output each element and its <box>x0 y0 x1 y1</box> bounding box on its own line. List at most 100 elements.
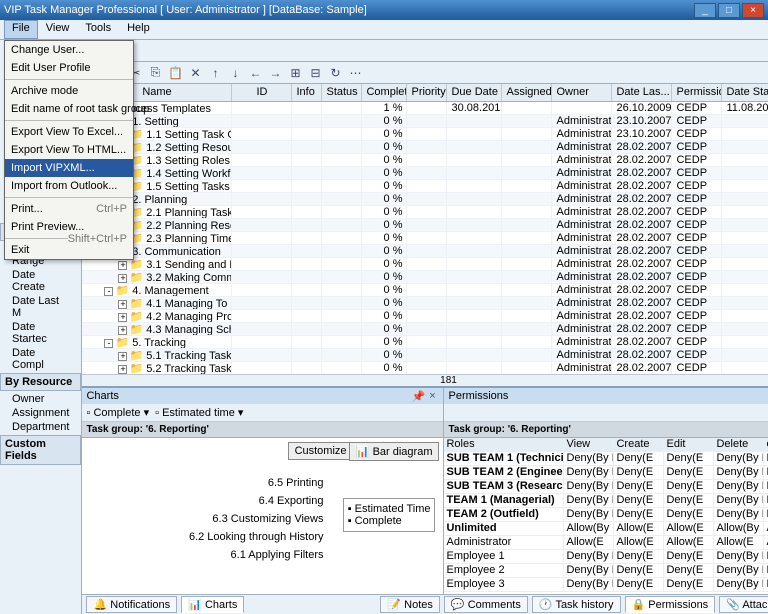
menu-import-vipxml[interactable]: Import VIPXML... <box>5 159 133 177</box>
charts-complete-dropdown[interactable]: ▫ Complete ▾ <box>86 406 149 419</box>
filter-department[interactable]: Department <box>0 420 81 434</box>
col-permission[interactable]: Permission <box>672 84 722 101</box>
perm-row[interactable]: SUB TEAM 3 (Researchers)Deny(By PaDeny(E… <box>444 480 768 494</box>
bar-diagram-button[interactable]: 📊 Bar diagram <box>349 442 440 461</box>
tool-more-icon[interactable]: ⋯ <box>346 64 364 82</box>
minimize-button[interactable]: _ <box>694 3 716 18</box>
filter-date-comp[interactable]: Date Compl <box>0 346 81 372</box>
tab-permissions[interactable]: 🔒 Permissions <box>625 596 716 613</box>
task-row[interactable]: +📁 4.1 Managing To Do Lists0 %Administra… <box>82 297 768 310</box>
col-assigned[interactable]: Assigned <box>502 84 552 101</box>
menu-import-outlook[interactable]: Import from Outlook... <box>5 177 133 195</box>
task-row[interactable]: +📁 1.3 Setting Roles0 %Administrator28.0… <box>82 154 768 167</box>
tool-right-icon[interactable]: → <box>266 64 284 82</box>
close-button[interactable]: × <box>742 3 764 18</box>
col-datestart[interactable]: Date Started <box>722 84 768 101</box>
col-owner[interactable]: Owner <box>552 84 612 101</box>
menubar: File View Tools Help <box>0 20 768 40</box>
perm-row[interactable]: SUB TEAM 1 (Technicians)Deny(By PaDeny(E… <box>444 452 768 466</box>
perm-row[interactable]: Employee 3Deny(By PaDeny(EDeny(EDeny(By … <box>444 578 768 592</box>
task-row[interactable]: -📁 2. Planning0 %Administrator28.02.2007… <box>82 193 768 206</box>
col-info[interactable]: Info <box>292 84 322 101</box>
filter-assignment[interactable]: Assignment <box>0 406 81 420</box>
charts-close-icon[interactable]: × <box>425 390 439 402</box>
grid-footer-id: 181 <box>82 374 768 386</box>
col-priority[interactable]: Priority <box>407 84 447 101</box>
tool-copy-icon[interactable]: ⎘ <box>146 64 164 82</box>
tool-collapse-icon[interactable]: ⊟ <box>306 64 324 82</box>
tab-notifications[interactable]: 🔔 Notifications <box>86 596 177 613</box>
task-grid[interactable]: -📁 Process Templates1 %30.08.201526.10.2… <box>82 102 768 374</box>
maximize-button[interactable]: □ <box>718 3 740 18</box>
chart-item-label: 6.1 Applying Filters <box>90 546 323 564</box>
task-row[interactable]: +📁 4.3 Managing Schedules0 %Administrato… <box>82 323 768 336</box>
filter-by-resource-header[interactable]: By Resource <box>0 373 81 391</box>
tool-down-icon[interactable]: ↓ <box>226 64 244 82</box>
menu-print-preview[interactable]: Print Preview...Shift+Ctrl+P <box>5 218 133 236</box>
col-status[interactable]: Status <box>322 84 362 101</box>
col-complete[interactable]: Complete <box>362 84 407 101</box>
tab-comments[interactable]: 💬 Comments <box>444 596 528 613</box>
filter-date-lastm[interactable]: Date Last M <box>0 294 81 320</box>
list-label: List <box>82 40 768 62</box>
tool-up-icon[interactable]: ↑ <box>206 64 224 82</box>
charts-estimated-dropdown[interactable]: ▫ Estimated time ▾ <box>155 406 243 419</box>
tool-paste-icon[interactable]: 📋 <box>166 64 184 82</box>
perm-row[interactable]: Employee 1Deny(By PaDeny(EDeny(EDeny(By … <box>444 550 768 564</box>
task-row[interactable]: -📁 1. Setting0 %Administrator23.10.2007C… <box>82 115 768 128</box>
task-row[interactable]: +📁 3.2 Making Comments0 %Administrator28… <box>82 271 768 284</box>
menu-export-excel[interactable]: Export View To Excel... <box>5 123 133 141</box>
menu-archive[interactable]: Archive mode <box>5 82 133 100</box>
filter-date-start[interactable]: Date Startec <box>0 320 81 346</box>
task-row[interactable]: +📁 1.4 Setting Workflow0 %Administrator2… <box>82 167 768 180</box>
menu-change-user[interactable]: Change User... <box>5 41 133 59</box>
task-row[interactable]: +📁 1.2 Setting Resources0 %Administrator… <box>82 141 768 154</box>
perm-row[interactable]: AdministratorAllow(EAllow(EAllow(EAllow(… <box>444 536 768 550</box>
col-due[interactable]: Due Date <box>447 84 502 101</box>
menu-edit-root[interactable]: Edit name of root task group <box>5 100 133 118</box>
menu-edit-profile[interactable]: Edit User Profile <box>5 59 133 77</box>
task-row[interactable]: +📁 5.2 Tracking Task Groups0 %Administra… <box>82 362 768 374</box>
menu-view[interactable]: View <box>38 20 78 39</box>
task-row[interactable]: +📁 2.3 Planning Time0 %Administrator28.0… <box>82 232 768 245</box>
menu-help[interactable]: Help <box>119 20 158 39</box>
tool-delete-icon[interactable]: ✕ <box>186 64 204 82</box>
col-datelast[interactable]: Date Las... <box>612 84 672 101</box>
perm-row[interactable]: UnlimitedAllow(By PaAllow(EAllow(EAllow(… <box>444 522 768 536</box>
task-row[interactable]: +📁 2.2 Planning Resources0 %Administrato… <box>82 219 768 232</box>
task-row[interactable]: +📁 1.1 Setting Task Groups0 %Administrat… <box>82 128 768 141</box>
task-row[interactable]: -📁 4. Management0 %Administrator28.02.20… <box>82 284 768 297</box>
perm-row[interactable]: TEAM 1 (Managerial)Deny(By PaDeny(EDeny(… <box>444 494 768 508</box>
tab-attachments[interactable]: 📎 Attachments <box>719 596 768 613</box>
charts-taskgroup: Task group: '6. Reporting' <box>82 422 443 438</box>
filter-owner[interactable]: Owner <box>0 392 81 406</box>
task-row[interactable]: -📁 Process Templates1 %30.08.201526.10.2… <box>82 102 768 115</box>
tab-charts[interactable]: 📊 Charts <box>181 596 244 613</box>
menu-tools[interactable]: Tools <box>77 20 119 39</box>
perm-row[interactable]: Employee 2Deny(By PaDeny(EDeny(EDeny(By … <box>444 564 768 578</box>
app-title: VIP Task Manager Professional [ User: Ad… <box>4 4 692 16</box>
tool-left-icon[interactable]: ← <box>246 64 264 82</box>
statusbar: 🔔 Notifications 📊 Charts 📝 Notes 💬 Comme… <box>82 594 768 614</box>
menu-print[interactable]: Print...Ctrl+P <box>5 200 133 218</box>
perm-row[interactable]: TEAM 2 (Outfield)Deny(By PaDeny(EDeny(ED… <box>444 508 768 522</box>
filter-custom-header[interactable]: Custom Fields <box>0 435 81 465</box>
tab-notes[interactable]: 📝 Notes <box>380 596 440 613</box>
task-row[interactable]: +📁 2.1 Planning Tasks0 %Administrator28.… <box>82 206 768 219</box>
task-row[interactable]: +📁 4.2 Managing Projects0 %Administrator… <box>82 310 768 323</box>
charts-pin-icon[interactable]: 📌 <box>411 390 425 403</box>
perm-row[interactable]: SUB TEAM 2 (Engineers)Deny(By PaDeny(EDe… <box>444 466 768 480</box>
tool-expand-icon[interactable]: ⊞ <box>286 64 304 82</box>
task-row[interactable]: +📁 1.5 Setting Tasks0 %Administrator28.0… <box>82 180 768 193</box>
task-row[interactable]: -📁 5. Tracking0 %Administrator28.02.2007… <box>82 336 768 349</box>
file-menu-dropdown: Change User... Edit User Profile Archive… <box>4 40 134 260</box>
menu-export-html[interactable]: Export View To HTML... <box>5 141 133 159</box>
task-row[interactable]: -📁 3. Communication0 %Administrator28.02… <box>82 245 768 258</box>
tab-history[interactable]: 🕐 Task history <box>532 596 621 613</box>
task-row[interactable]: +📁 5.1 Tracking Tasks0 %Administrator28.… <box>82 349 768 362</box>
filter-date-create[interactable]: Date Create <box>0 268 81 294</box>
col-id[interactable]: ID <box>232 84 292 101</box>
menu-file[interactable]: File <box>4 20 38 39</box>
tool-refresh-icon[interactable]: ↻ <box>326 64 344 82</box>
task-row[interactable]: +📁 3.1 Sending and Receiving Notifi0 %Ad… <box>82 258 768 271</box>
